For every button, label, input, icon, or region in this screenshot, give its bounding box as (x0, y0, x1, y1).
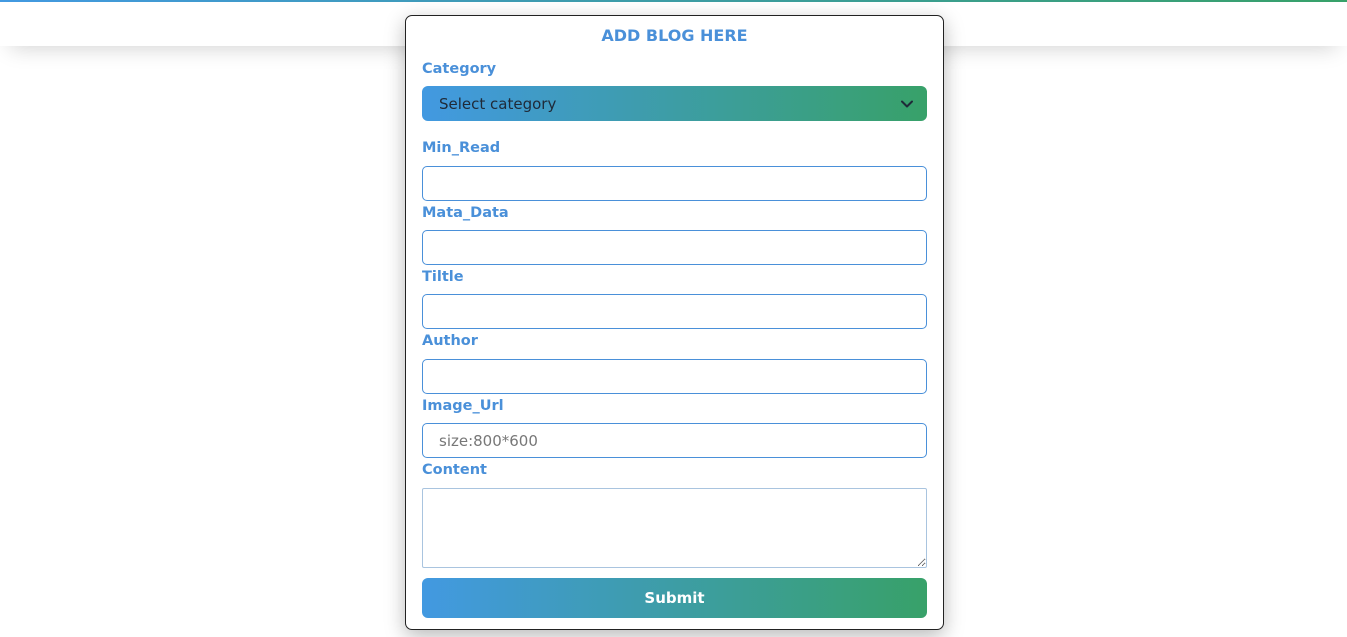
meta-data-label: Mata_Data (422, 205, 509, 221)
category-select[interactable]: Select category (422, 86, 927, 121)
min-read-input[interactable] (422, 166, 927, 201)
top-gradient-bar (0, 0, 1347, 2)
title-input[interactable] (422, 294, 927, 329)
category-label: Category (422, 61, 497, 77)
min-read-label: Min_Read (422, 140, 501, 156)
form-heading: ADD BLOG HERE (601, 26, 748, 45)
chevron-down-icon (901, 100, 913, 107)
category-selected-value: Select category (439, 94, 557, 113)
author-label: Author (422, 333, 478, 349)
image-url-label: Image_Url (422, 398, 504, 414)
title-label: Tiltle (422, 269, 464, 285)
author-input[interactable] (422, 359, 927, 394)
content-label: Content (422, 462, 487, 478)
content-textarea[interactable] (422, 488, 927, 568)
add-blog-form: ADD BLOG HERE Category Select category M… (405, 15, 944, 630)
image-url-input[interactable] (422, 423, 927, 458)
submit-button[interactable]: Submit (422, 578, 927, 618)
meta-data-input[interactable] (422, 230, 927, 265)
